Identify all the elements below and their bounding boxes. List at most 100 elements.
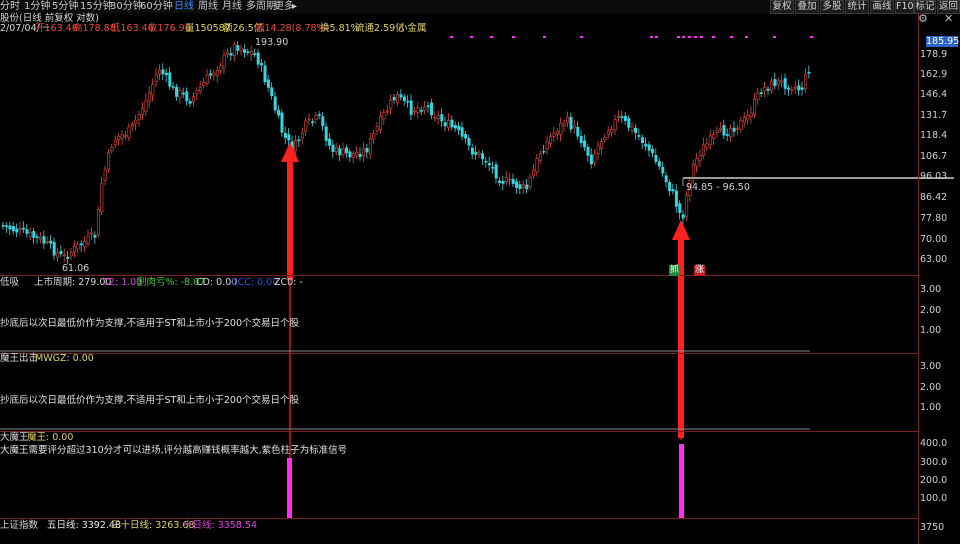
candle-body — [736, 127, 740, 130]
indicator2-note: 抄底后以次日最低价作为支撑,不适用于ST和上市小于200个交易日个股 — [0, 395, 299, 406]
candle-body — [341, 148, 345, 155]
candle-body — [130, 124, 134, 127]
signal-dot — [450, 36, 453, 38]
candle-body — [198, 86, 202, 92]
candle-body — [324, 126, 328, 141]
indicator1-axis-label: 3.00 — [920, 284, 942, 295]
candle-body — [49, 240, 53, 244]
signal-dots-row — [450, 36, 813, 38]
signal-dot — [730, 36, 733, 38]
candle-body — [552, 132, 556, 137]
candle-body — [661, 166, 665, 174]
candle-body — [623, 115, 627, 121]
candle-body — [260, 63, 264, 66]
signal-bar-1 — [287, 458, 292, 518]
signal-dot — [470, 36, 473, 38]
candle-body — [807, 71, 811, 74]
candle-body — [1, 225, 5, 227]
candle-body — [729, 128, 733, 137]
candle-body — [474, 151, 478, 155]
candle-body — [239, 47, 243, 52]
candle-body — [566, 116, 570, 124]
candle-body — [32, 231, 36, 238]
candle-body — [226, 52, 230, 55]
candle-body — [83, 241, 87, 248]
candle-body — [273, 96, 277, 111]
signal-dot — [712, 36, 715, 38]
candle-body — [484, 160, 488, 163]
candle-body — [637, 135, 641, 137]
indicator2-axis-label: 3.00 — [920, 361, 942, 372]
candle-body — [178, 90, 182, 98]
candle-body — [702, 144, 706, 156]
candle-body — [396, 94, 400, 104]
candle-body — [763, 86, 767, 92]
signal-dot — [810, 36, 813, 38]
candle-body — [96, 209, 100, 235]
candle-body — [732, 127, 736, 132]
candle-body — [640, 137, 644, 144]
candle-body — [528, 176, 532, 187]
index-name[interactable]: 上证指数 — [0, 520, 38, 531]
candle-body — [545, 140, 549, 150]
indicator1-axis-label: 1.00 — [920, 325, 942, 336]
indicator1-name[interactable]: 低吸 — [0, 277, 19, 288]
candle-body — [297, 139, 301, 142]
candle-body — [440, 114, 444, 122]
indicator1-zc: ZC0: - — [274, 277, 303, 288]
candle-body — [243, 49, 247, 53]
candle-body — [759, 92, 763, 95]
candle-body — [426, 105, 430, 108]
candle-body — [358, 153, 362, 157]
candle-body — [5, 225, 9, 227]
candle-body — [348, 151, 352, 158]
candle-body — [263, 65, 267, 83]
candle-body — [470, 147, 474, 155]
price-axis-label: 146.4 — [920, 89, 948, 100]
candle-body — [158, 69, 162, 75]
candle-body — [804, 73, 808, 90]
indicator3-name[interactable]: 大魔王 — [0, 432, 29, 443]
candle-body — [481, 153, 485, 160]
candle-body — [491, 166, 495, 169]
candle-body — [651, 149, 655, 154]
candle-body — [515, 181, 519, 188]
candle-body — [209, 73, 213, 76]
candle-body — [368, 138, 372, 155]
kline-chart[interactable] — [0, 0, 960, 544]
candle-body — [283, 133, 287, 138]
candle-body — [79, 243, 83, 246]
candle-body — [147, 91, 151, 102]
candle-body — [334, 147, 338, 152]
candle-body — [770, 80, 774, 92]
candle-body — [127, 126, 131, 138]
candle-body — [725, 134, 729, 136]
candle-body — [494, 164, 498, 179]
candle-body — [596, 145, 600, 154]
indicator2-name[interactable]: 魔王出击 — [0, 353, 38, 364]
candle-body — [52, 241, 56, 256]
candle-body — [719, 127, 723, 130]
candle-body — [712, 133, 716, 139]
candle-body — [695, 158, 699, 167]
candle-body — [450, 119, 454, 128]
signal-dot — [650, 36, 653, 38]
candle-body — [62, 254, 66, 257]
candle-body — [300, 132, 304, 139]
candle-body — [746, 115, 750, 121]
candle-body — [141, 108, 145, 115]
candle-body — [477, 152, 481, 155]
candle-body — [25, 229, 29, 234]
price-axis-label: 86.42 — [920, 192, 948, 203]
candle-body — [212, 72, 216, 76]
candle-body — [365, 148, 369, 153]
candle-body — [215, 70, 219, 77]
candle-body — [698, 155, 702, 162]
candle-body — [270, 87, 274, 97]
candle-body — [518, 184, 522, 189]
candle-body — [229, 53, 233, 56]
candle-body — [576, 126, 580, 137]
candle-body — [460, 127, 464, 137]
candle-body — [413, 110, 417, 113]
candle-body — [423, 106, 427, 111]
